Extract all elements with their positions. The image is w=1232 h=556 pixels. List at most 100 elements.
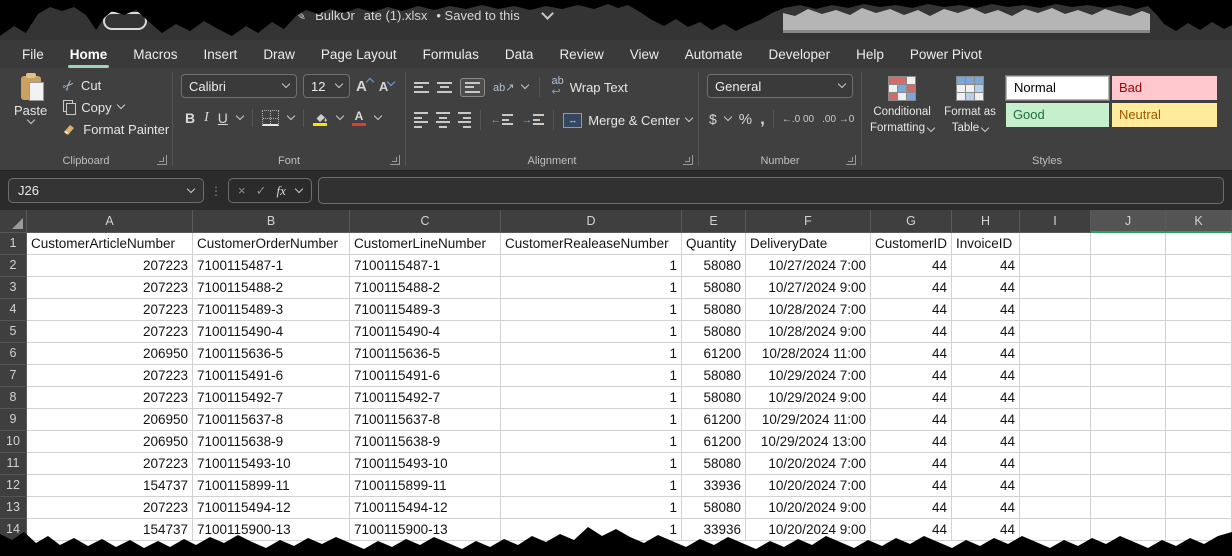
cell-I3[interactable] <box>1020 277 1091 299</box>
cell-D9[interactable]: 1 <box>501 409 682 431</box>
cell-style-normal[interactable]: Normal <box>1006 76 1109 100</box>
cell-A9[interactable]: 206950 <box>27 409 193 431</box>
cell-K3[interactable] <box>1166 277 1232 299</box>
cell-C5[interactable]: 7100115490-4 <box>350 321 501 343</box>
increase-decimal-button[interactable]: ←.0 00 <box>782 114 814 125</box>
menu-tab-data[interactable]: Data <box>505 47 534 62</box>
column-header-B[interactable]: B <box>193 210 350 233</box>
font-dialog-launcher-icon[interactable] <box>390 155 400 165</box>
cell-D4[interactable]: 1 <box>501 299 682 321</box>
copy-button[interactable]: Copy <box>63 96 169 118</box>
cell-J3[interactable] <box>1091 277 1166 299</box>
cell-K7[interactable] <box>1166 365 1232 387</box>
row-header-13[interactable]: 13 <box>0 497 27 519</box>
cell-K10[interactable] <box>1166 431 1232 453</box>
orientation-chevron-down-icon[interactable] <box>521 81 529 89</box>
format-painter-button[interactable]: Format Painter <box>63 118 169 140</box>
enter-button[interactable]: ✓ <box>256 183 267 199</box>
cell-B5[interactable]: 7100115490-4 <box>193 321 350 343</box>
top-align-button[interactable] <box>414 82 429 93</box>
cell-C13[interactable]: 7100115494-12 <box>350 497 501 519</box>
menu-tab-page-layout[interactable]: Page Layout <box>321 47 397 62</box>
column-header-J[interactable]: J <box>1091 210 1166 233</box>
cell-E6[interactable]: 61200 <box>682 343 746 365</box>
italic-button[interactable]: I <box>204 110 209 126</box>
cell-H3[interactable]: 44 <box>952 277 1020 299</box>
cell-G12[interactable]: 44 <box>871 475 952 497</box>
cell-F13[interactable]: 10/20/2024 9:00 <box>746 497 871 519</box>
menu-tab-view[interactable]: View <box>630 47 659 62</box>
cell-A6[interactable]: 206950 <box>27 343 193 365</box>
cell-K12[interactable] <box>1166 475 1232 497</box>
cell-G3[interactable]: 44 <box>871 277 952 299</box>
font-color-chevron-down-icon[interactable] <box>374 112 382 120</box>
cell-G9[interactable]: 44 <box>871 409 952 431</box>
column-header-D[interactable]: D <box>501 210 682 233</box>
cell-A3[interactable]: 207223 <box>27 277 193 299</box>
cell-F1[interactable]: DeliveryDate <box>746 233 871 255</box>
cell-B2[interactable]: 7100115487-1 <box>193 255 350 277</box>
cell-H14[interactable]: 44 <box>952 519 1020 541</box>
cell-J11[interactable] <box>1091 453 1166 475</box>
cell-B9[interactable]: 7100115637-8 <box>193 409 350 431</box>
cell-F11[interactable]: 10/20/2024 7:00 <box>746 453 871 475</box>
cell-B14[interactable]: 7100115900-13 <box>193 519 350 541</box>
cell-E5[interactable]: 58080 <box>682 321 746 343</box>
cell-F10[interactable]: 10/29/2024 13:00 <box>746 431 871 453</box>
align-right-button[interactable] <box>458 112 472 128</box>
percent-style-button[interactable]: % <box>739 111 752 128</box>
row-header-5[interactable]: 5 <box>0 321 27 343</box>
cell-G1[interactable]: CustomerID <box>871 233 952 255</box>
cell-C1[interactable]: CustomerLineNumber <box>350 233 501 255</box>
cell-F9[interactable]: 10/29/2024 11:00 <box>746 409 871 431</box>
accounting-chevron-down-icon[interactable] <box>724 113 732 121</box>
format-as-table-button[interactable]: Format as Table <box>944 74 996 136</box>
font-name-select[interactable]: Calibri <box>181 74 297 98</box>
row-header-4[interactable]: 4 <box>0 299 27 321</box>
cell-E10[interactable]: 61200 <box>682 431 746 453</box>
comma-style-button[interactable]: , <box>760 109 765 129</box>
column-header-F[interactable]: F <box>746 210 871 233</box>
cell-G10[interactable]: 44 <box>871 431 952 453</box>
select-all-corner[interactable] <box>0 210 27 233</box>
cell-I1[interactable] <box>1020 233 1091 255</box>
cell-I10[interactable] <box>1020 431 1091 453</box>
menu-tab-macros[interactable]: Macros <box>133 47 177 62</box>
cell-J2[interactable] <box>1091 255 1166 277</box>
row-header-12[interactable]: 12 <box>0 475 27 497</box>
row-header-7[interactable]: 7 <box>0 365 27 387</box>
cell-A14[interactable]: 154737 <box>27 519 193 541</box>
cell-A12[interactable]: 154737 <box>27 475 193 497</box>
cell-E3[interactable]: 58080 <box>682 277 746 299</box>
cell-B1[interactable]: CustomerOrderNumber <box>193 233 350 255</box>
cell-D13[interactable]: 1 <box>501 497 682 519</box>
borders-button[interactable] <box>262 110 279 126</box>
cell-D5[interactable]: 1 <box>501 321 682 343</box>
row-header-3[interactable]: 3 <box>0 277 27 299</box>
wrap-text-button[interactable]: ab ↩ Wrap Text <box>551 76 627 98</box>
cell-G4[interactable]: 44 <box>871 299 952 321</box>
alignment-dialog-launcher-icon[interactable] <box>683 155 693 165</box>
cell-G13[interactable]: 44 <box>871 497 952 519</box>
cell-E4[interactable]: 58080 <box>682 299 746 321</box>
formula-bar-grip[interactable]: ⋮ <box>210 184 222 198</box>
cell-E2[interactable]: 58080 <box>682 255 746 277</box>
cell-C10[interactable]: 7100115638-9 <box>350 431 501 453</box>
cell-H1[interactable]: InvoiceID <box>952 233 1020 255</box>
borders-chevron-down-icon[interactable] <box>287 112 295 120</box>
menu-tab-insert[interactable]: Insert <box>204 47 238 62</box>
row-header-11[interactable]: 11 <box>0 453 27 475</box>
cell-C4[interactable]: 7100115489-3 <box>350 299 501 321</box>
cell-D6[interactable]: 1 <box>501 343 682 365</box>
cell-K6[interactable] <box>1166 343 1232 365</box>
cell-C12[interactable]: 7100115899-11 <box>350 475 501 497</box>
fill-color-chevron-down-icon[interactable] <box>336 112 344 120</box>
row-header-6[interactable]: 6 <box>0 343 27 365</box>
title-chevron-down-icon[interactable] <box>541 7 554 20</box>
align-center-button[interactable] <box>436 112 450 128</box>
autosave-toggle[interactable] <box>103 12 147 30</box>
cell-C7[interactable]: 7100115491-6 <box>350 365 501 387</box>
cell-E11[interactable]: 58080 <box>682 453 746 475</box>
decrease-decimal-button[interactable]: .00 →0 <box>822 114 854 125</box>
cell-H4[interactable]: 44 <box>952 299 1020 321</box>
